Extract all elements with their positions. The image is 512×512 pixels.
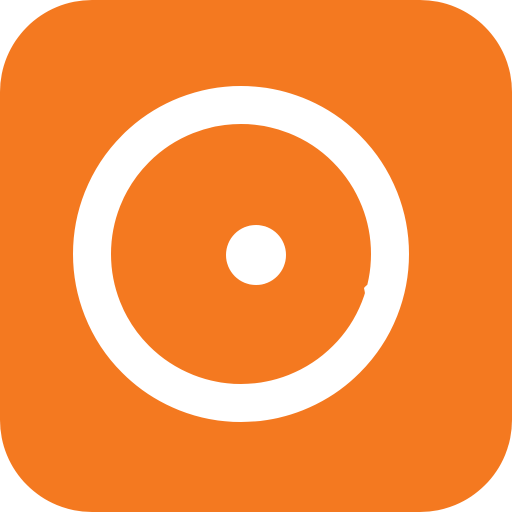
- center-dot-icon: [226, 225, 286, 285]
- app-icon[interactable]: [0, 0, 512, 512]
- app-icon-graphic: [0, 0, 512, 512]
